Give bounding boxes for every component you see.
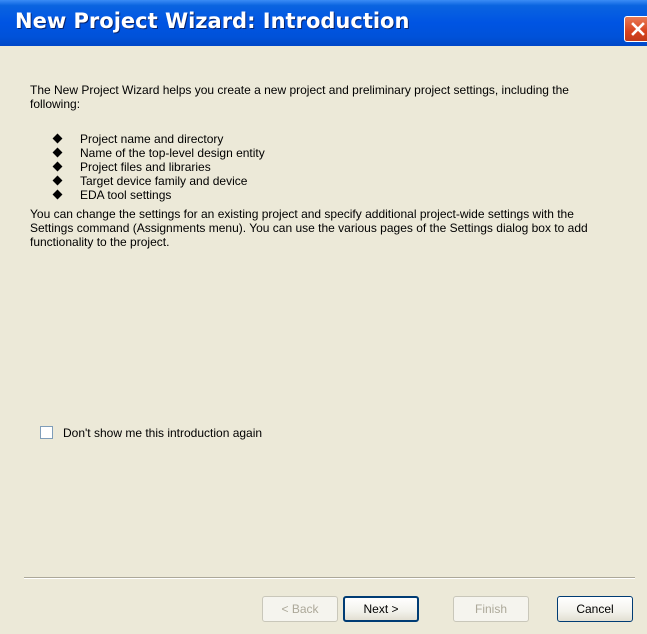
bullet-icon: [52, 175, 63, 186]
dont-show-again-label[interactable]: Don't show me this introduction again: [63, 426, 262, 440]
close-icon: [631, 22, 645, 36]
close-button[interactable]: [624, 16, 647, 42]
title-bar[interactable]: New Project Wizard: Introduction: [0, 0, 647, 46]
dont-show-again-checkbox[interactable]: [40, 426, 53, 439]
intro-paragraph-1: The New Project Wizard helps you create …: [30, 83, 569, 111]
bullet-icon: [52, 161, 63, 172]
wizard-window: New Project Wizard: Introduction The New…: [0, 0, 647, 634]
window-title: New Project Wizard: Introduction: [15, 9, 410, 33]
finish-button[interactable]: Finish: [453, 596, 529, 622]
next-button[interactable]: Next >: [343, 596, 419, 622]
bullet-icon: [52, 147, 63, 158]
back-button[interactable]: < Back: [262, 596, 338, 622]
cancel-button[interactable]: Cancel: [557, 596, 633, 622]
intro-paragraph-2: You can change the settings for an exist…: [30, 207, 588, 249]
bullet-icon: [52, 189, 63, 200]
button-separator: [24, 577, 635, 579]
bullet-icon: [52, 133, 63, 144]
